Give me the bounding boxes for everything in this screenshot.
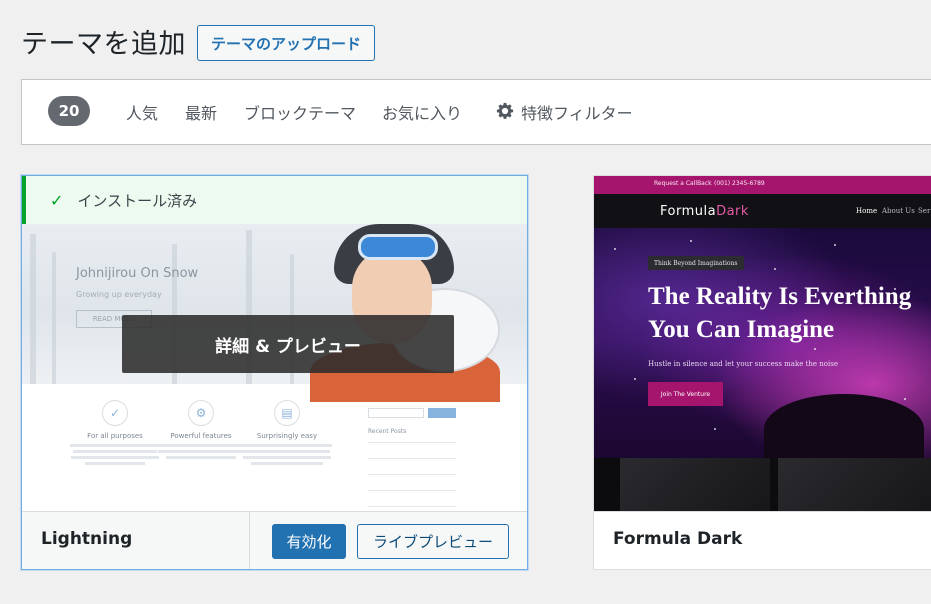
screenshot-search-button <box>428 408 456 418</box>
theme-card-formula-dark[interactable]: Request a CallBack (001) 2345-6789 Formu… <box>593 175 931 570</box>
screenshot-menu-item: Home <box>856 207 878 215</box>
screenshot-logo: FormulaDark <box>660 204 749 219</box>
screenshot-cta: Join The Venture <box>648 382 723 406</box>
gear-icon <box>496 102 514 119</box>
screenshot-menu-item: Ser <box>918 207 931 215</box>
theme-name: Formula Dark <box>613 529 743 549</box>
add-themes-page: テーマを追加 テーマのアップロード 20 人気 最新 ブロックテーマ お気に入り… <box>0 0 931 604</box>
screenshot-recent-posts: Recent Posts <box>368 428 407 435</box>
live-preview-button[interactable]: ライブプレビュー <box>357 524 509 559</box>
screenshot-feature: ▤ Surprisingly easy <box>232 400 342 468</box>
screenshot-goggles <box>358 234 438 260</box>
theme-filter-bar: 20 人気 最新 ブロックテーマ お気に入り 特徴フィルター <box>21 79 931 145</box>
theme-screenshot[interactable]: Request a CallBack (001) 2345-6789 Formu… <box>594 176 931 512</box>
check-icon: ✓ <box>102 400 128 426</box>
document-icon: ▤ <box>274 400 300 426</box>
installed-notice: ✓ インストール済み <box>22 176 527 224</box>
screenshot-photo <box>620 458 770 512</box>
filter-block-themes[interactable]: ブロックテーマ <box>244 100 356 124</box>
theme-card-footer: Lightning 有効化 ライブプレビュー <box>22 511 527 569</box>
installed-label: インストール済み <box>77 191 198 210</box>
screenshot-tagline: Growing up everyday <box>76 290 162 299</box>
screenshot-tag: Think Beyond Imaginations <box>648 256 744 270</box>
screenshot-nebula-silhouette <box>764 394 924 464</box>
screenshot-nav <box>594 194 931 228</box>
theme-card-footer: Formula Dark <box>594 511 931 569</box>
upload-theme-button[interactable]: テーマのアップロード <box>197 25 375 61</box>
screenshot-subtext: Hustle in silence and let your success m… <box>648 360 838 368</box>
filter-favorites[interactable]: お気に入り <box>382 100 462 124</box>
screenshot-topbar: Request a CallBack (001) 2345-6789 <box>594 176 931 194</box>
activate-button[interactable]: 有効化 <box>272 524 346 559</box>
theme-name: Lightning <box>41 529 133 549</box>
footer-divider <box>249 512 250 569</box>
details-preview-overlay[interactable]: 詳細 & プレビュー <box>122 315 454 373</box>
screenshot-callback: Request a CallBack <box>654 180 712 187</box>
gears-icon: ⚙ <box>188 400 214 426</box>
screenshot-search-input <box>368 408 424 418</box>
theme-count-badge: 20 <box>48 96 90 126</box>
screenshot-photo <box>778 458 931 512</box>
screenshot-menu-item: About Us <box>882 207 915 215</box>
page-title: テーマを追加 <box>21 29 186 60</box>
screenshot-headline: The Reality Is Everthing You Can Imagine <box>648 283 912 343</box>
theme-card-lightning[interactable]: ✓ インストール済み Johnijirou On Snow Growing up… <box>21 175 528 570</box>
screenshot-site-title: Johnijirou On Snow <box>76 266 199 281</box>
filter-popular[interactable]: 人気 <box>126 100 158 124</box>
check-icon: ✓ <box>50 190 64 210</box>
screenshot-phone: (001) 2345-6789 <box>714 180 765 187</box>
feature-title: Surprisingly easy <box>256 432 318 440</box>
feature-filter-link[interactable]: 特徴フィルター <box>521 100 633 124</box>
filter-latest[interactable]: 最新 <box>185 100 217 124</box>
